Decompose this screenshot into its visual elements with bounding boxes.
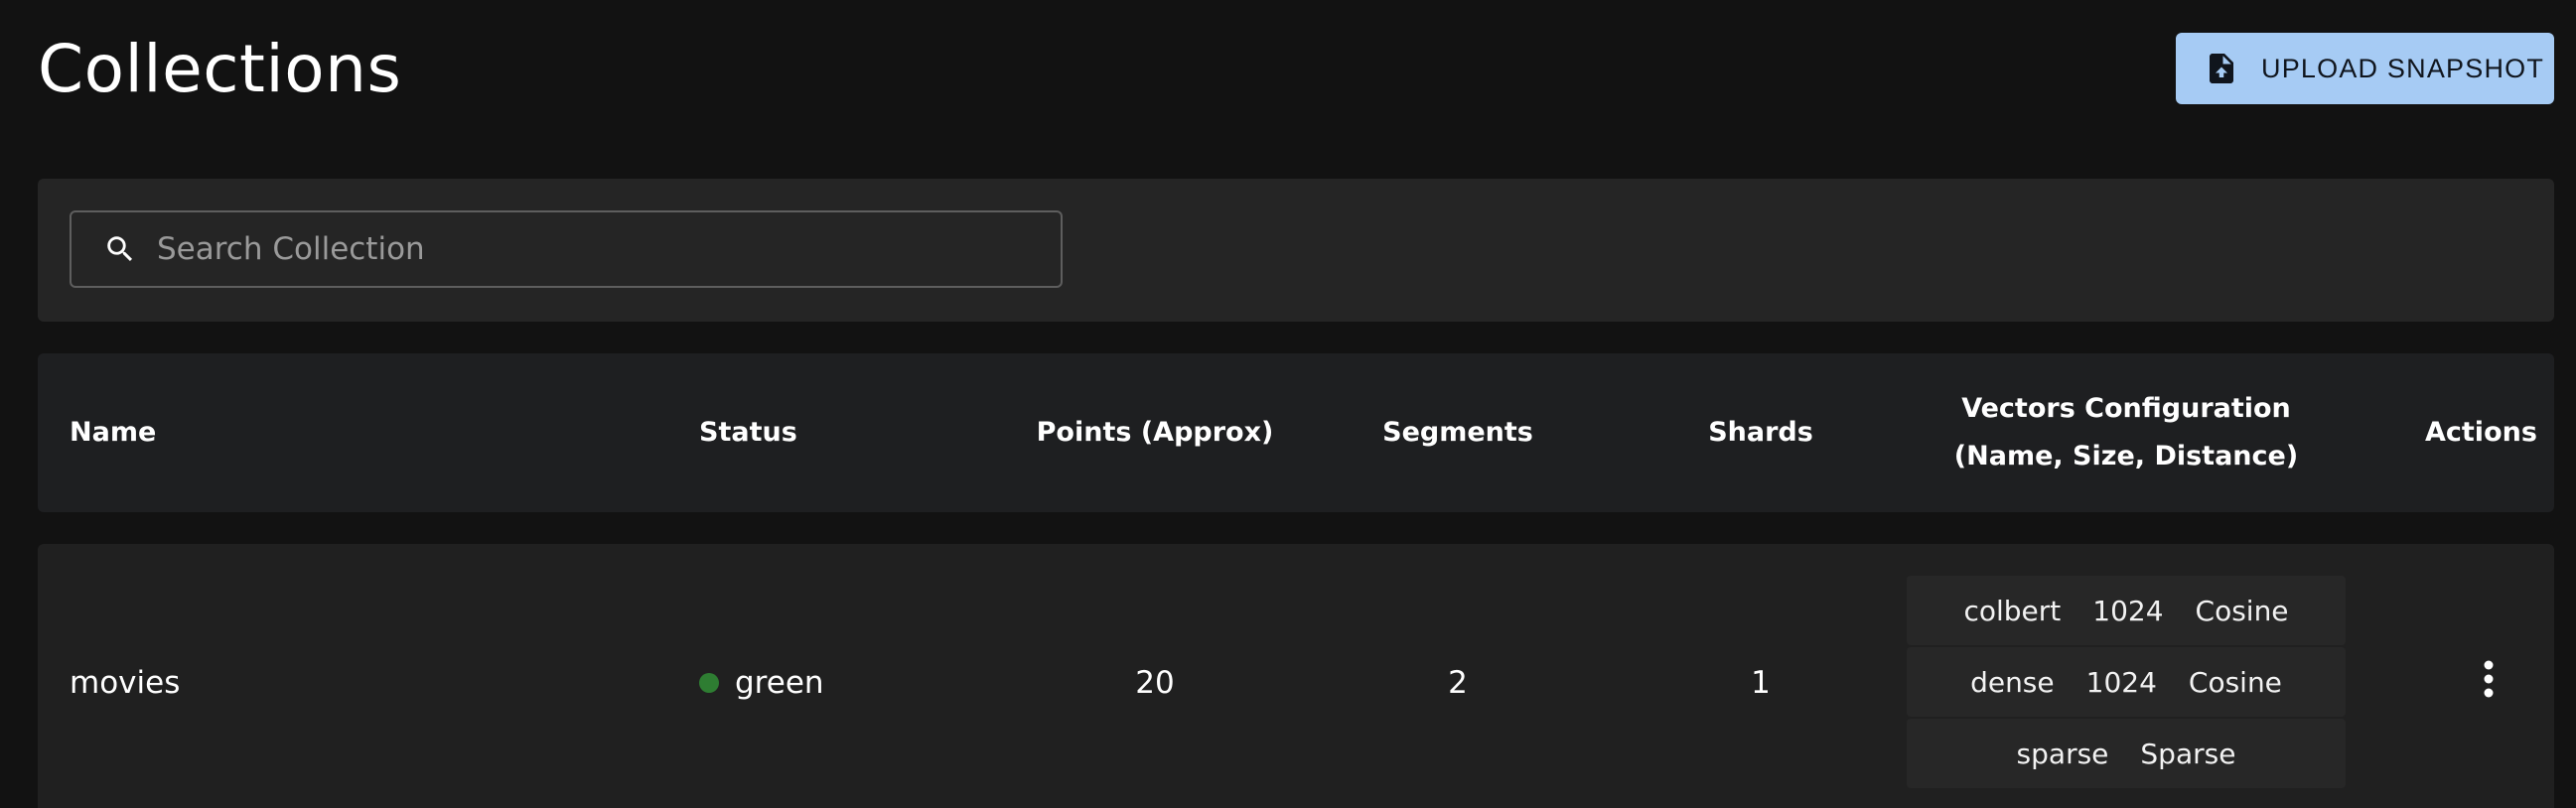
column-header-actions: Actions bbox=[2425, 417, 2537, 448]
vector-distance: Sparse bbox=[2140, 737, 2236, 770]
search-icon bbox=[103, 232, 137, 266]
status-label: green bbox=[735, 665, 824, 701]
column-header-segments: Segments bbox=[1382, 417, 1533, 448]
vectors-configuration: colbert 1024 Cosine dense 1024 Cosine sp… bbox=[1907, 576, 2346, 790]
vector-name: colbert bbox=[1963, 594, 2062, 627]
column-header-shards: Shards bbox=[1708, 417, 1813, 448]
vector-distance: Cosine bbox=[2188, 665, 2282, 699]
vector-name: dense bbox=[1970, 665, 2055, 699]
collection-status: green bbox=[699, 544, 824, 808]
more-vertical-icon bbox=[2481, 659, 2497, 707]
vector-distance: Cosine bbox=[2195, 594, 2289, 627]
table-header: Name Status Points (Approx) Segments Sha… bbox=[38, 353, 2554, 512]
vector-name: sparse bbox=[2016, 737, 2109, 770]
column-header-vectors-title: Vectors Configuration bbox=[1961, 393, 2291, 424]
file-upload-icon bbox=[2204, 49, 2239, 88]
vector-config-row: dense 1024 Cosine bbox=[1907, 647, 2346, 717]
upload-snapshot-label: UPLOAD SNAPSHOT bbox=[2261, 53, 2545, 83]
column-header-points: Points (Approx) bbox=[1036, 417, 1274, 448]
more-actions-button[interactable] bbox=[2467, 659, 2510, 707]
column-header-vectors-subtitle: (Name, Size, Distance) bbox=[1953, 441, 2299, 471]
table-row[interactable]: movies green 20 2 1 colbert 1024 Cosine … bbox=[38, 544, 2554, 808]
collections-page: Collections UPLOAD SNAPSHOT Name Status … bbox=[0, 0, 2576, 808]
collection-shards: 1 bbox=[1751, 665, 1771, 701]
search-input[interactable] bbox=[155, 230, 1013, 268]
vector-config-row: colbert 1024 Cosine bbox=[1907, 576, 2346, 645]
column-header-status: Status bbox=[699, 417, 797, 448]
vector-config-row: sparse Sparse bbox=[1907, 719, 2346, 788]
vector-size: 1024 bbox=[2092, 594, 2164, 627]
page-title: Collections bbox=[38, 31, 402, 107]
search-field[interactable] bbox=[70, 210, 1063, 288]
search-panel bbox=[38, 179, 2554, 322]
status-dot-icon bbox=[699, 673, 719, 693]
collection-points: 20 bbox=[1135, 665, 1175, 701]
collection-segments: 2 bbox=[1448, 665, 1468, 701]
vector-size: 1024 bbox=[2085, 665, 2157, 699]
column-header-vectors: Vectors Configuration (Name, Size, Dista… bbox=[1907, 353, 2346, 512]
collection-name[interactable]: movies bbox=[70, 544, 180, 808]
upload-snapshot-button[interactable]: UPLOAD SNAPSHOT bbox=[2176, 33, 2554, 104]
column-header-name: Name bbox=[70, 417, 157, 448]
